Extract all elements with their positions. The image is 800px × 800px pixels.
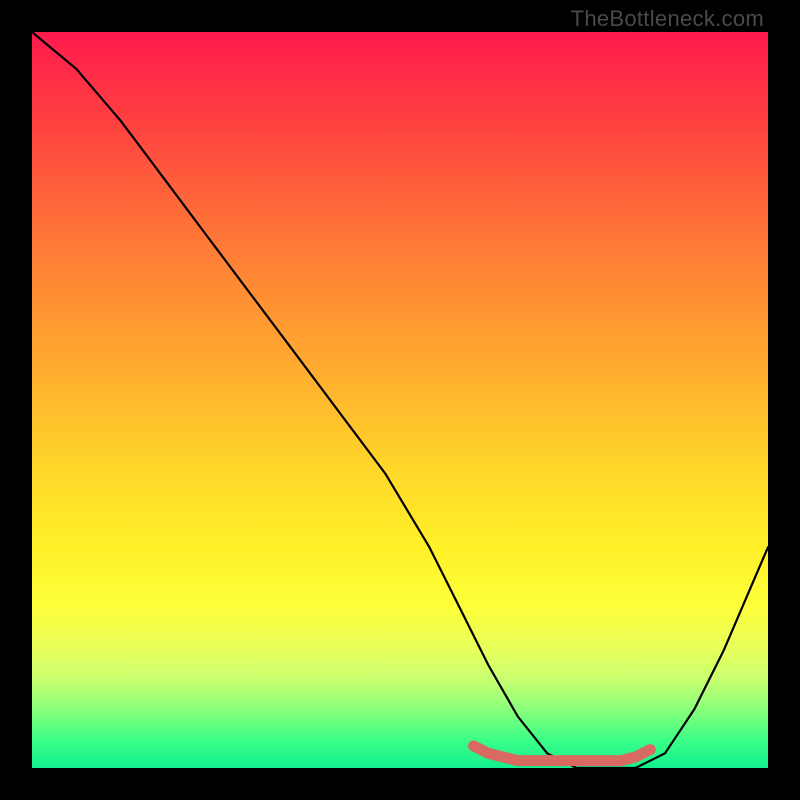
chart-frame: [32, 32, 768, 768]
optimal-band-line: [474, 746, 651, 761]
watermark-text: TheBottleneck.com: [571, 6, 764, 32]
bottleneck-curve-line: [32, 32, 768, 768]
chart-svg: [32, 32, 768, 768]
